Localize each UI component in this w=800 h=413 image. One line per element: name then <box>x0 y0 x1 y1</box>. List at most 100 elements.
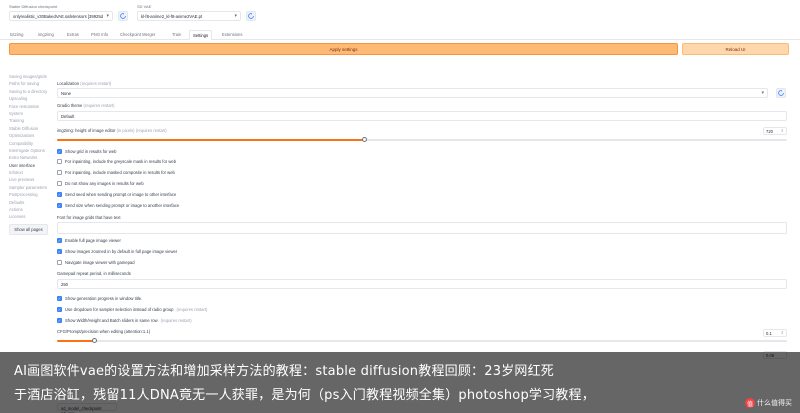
watermark: 值 什么值得买 <box>745 398 792 408</box>
theme-label: Gradio theme (requires restart) <box>57 103 115 108</box>
apply-settings-button[interactable]: Apply settings <box>9 43 678 55</box>
tab-settings[interactable]: Settings <box>189 30 213 40</box>
watermark-text: 什么值得买 <box>757 400 792 407</box>
checkbox-row-fullpage[interactable]: ✓ Enable full page image viewer <box>57 238 121 243</box>
cfg-slider[interactable] <box>57 338 787 343</box>
checkbox-row-width-height[interactable]: ✓ Show Width/Height and Batch sliders in … <box>57 318 192 323</box>
checkbox-row-inpaint-grey[interactable]: For inpainting, include the greyscale ma… <box>57 159 176 164</box>
checkbox-icon[interactable] <box>57 260 62 265</box>
refresh-vae-button[interactable] <box>246 11 256 21</box>
slider-fill <box>57 340 94 342</box>
sidebar-item-face-restoration[interactable]: Face restoration <box>9 103 51 110</box>
vae-select[interactable]: kl-f8-anime2_kl-f8-anime2VAE.pt ▾ <box>137 11 241 21</box>
sidebar-item-postprocessing[interactable]: Postprocessing <box>9 191 51 198</box>
reload-ui-button[interactable]: Reload UI <box>682 43 789 55</box>
watermark-badge-icon: 值 <box>745 398 755 408</box>
chevron-down-icon: ▾ <box>106 13 109 19</box>
refresh-icon <box>778 90 784 96</box>
vae-label: SD VAE <box>137 4 152 9</box>
localization-select[interactable]: None ▾ <box>57 88 768 98</box>
cfg-label: CFG/Prompt/precision when editing (atten… <box>57 329 151 334</box>
checkbox-checked-icon[interactable]: ✓ <box>57 192 62 197</box>
sidebar-item-upscaling[interactable]: Upscaling <box>9 95 51 102</box>
tab-txt2img[interactable]: txt2img <box>7 30 27 40</box>
caption-line-2: 于酒店浴缸，残留11人DNA竟无一人获罪，是为何（ps入门教程视频全集）phot… <box>14 388 595 403</box>
gamepad-input[interactable]: 250 <box>57 279 787 289</box>
checkpoint-value: onlyrealistic_v30BakedVAE.safetensors [3… <box>13 14 104 19</box>
tab-png-info[interactable]: PNG Info <box>88 30 111 40</box>
gamepad-label: Gamepad repeat period, in milliseconds <box>57 271 131 276</box>
caption-line-1: AI画图软件vae的设置方法和增加采样方法的教程：stable diffusio… <box>14 364 554 379</box>
sidebar-item-extra-networks[interactable]: Extra Networks <box>9 154 51 161</box>
checkbox-row-no-images[interactable]: Do not show any images in results for we… <box>57 181 144 186</box>
checkbox-checked-icon[interactable]: ✓ <box>57 149 62 154</box>
sidebar-item-saving-images[interactable]: Saving images/grids <box>9 73 51 80</box>
spinner-icon: ⇕ <box>780 128 784 133</box>
checkpoint-select[interactable]: onlyrealistic_v30BakedVAE.safetensors [3… <box>9 11 113 21</box>
img2img-height-slider[interactable] <box>57 137 787 142</box>
tab-checkpoint-merger[interactable]: Checkpoint Merger <box>117 30 158 40</box>
chevron-down-icon: ▾ <box>761 90 764 96</box>
chevron-down-icon: ▾ <box>234 13 237 19</box>
tab-extensions[interactable]: Extensions <box>219 30 245 40</box>
checkbox-checked-icon[interactable]: ✓ <box>57 203 62 208</box>
settings-sidebar: Saving images/grids Paths for saving Sav… <box>9 73 51 235</box>
sidebar-item-system[interactable]: System <box>9 110 51 117</box>
tab-img2img[interactable]: img2img <box>35 30 57 40</box>
checkbox-checked-icon[interactable]: ✓ <box>57 307 62 312</box>
checkbox-checked-icon[interactable]: ✓ <box>57 249 62 254</box>
checkpoint-label: Stable Diffusion checkpoint <box>9 4 58 9</box>
localization-value: None <box>61 91 72 96</box>
tab-extras[interactable]: Extras <box>64 30 82 40</box>
main-tabs: txt2img img2img Extras PNG Info Checkpoi… <box>0 29 800 40</box>
checkbox-row-dropdown-sampler[interactable]: ✓ Use dropdown for sampler selection inst… <box>57 307 207 312</box>
spinner-icon: ⇕ <box>780 330 784 335</box>
sidebar-item-sampler-parameters[interactable]: Sampler parameters <box>9 184 51 191</box>
sidebar-item-paths[interactable]: Paths for saving <box>9 80 51 87</box>
sidebar-item-optimizations[interactable]: Optimizations <box>9 132 51 139</box>
sidebar-item-saving-dir[interactable]: Saving to a directory <box>9 88 51 95</box>
checkbox-icon[interactable] <box>57 181 62 186</box>
slider-handle[interactable] <box>362 137 367 142</box>
theme-value: Default <box>61 114 75 119</box>
sidebar-item-infotext[interactable]: Infotext <box>9 169 51 176</box>
checkbox-checked-icon[interactable]: ✓ <box>57 296 62 301</box>
slider-handle[interactable] <box>92 338 97 343</box>
sidebar-item-interrogate[interactable]: Interrogate Options <box>9 147 51 154</box>
tab-train[interactable]: Train <box>169 30 184 40</box>
font-input[interactable] <box>57 222 787 234</box>
sidebar-item-training[interactable]: Training <box>9 117 51 124</box>
sidebar-item-defaults[interactable]: Defaults <box>9 199 51 206</box>
vae-value: kl-f8-anime2_kl-f8-anime2VAE.pt <box>141 14 203 19</box>
img2img-height-label: img2img: height of image editor (in pixe… <box>57 128 167 133</box>
img2img-height-input[interactable]: 720 ⇕ <box>763 127 787 135</box>
checkbox-row-grid[interactable]: ✓ Show grid in results for web <box>57 149 116 154</box>
slider-fill <box>57 139 364 141</box>
checkbox-row-inpaint-masked[interactable]: For inpainting, include masked composite… <box>57 170 175 175</box>
refresh-icon <box>248 13 254 19</box>
sidebar-item-live-previews[interactable]: Live previews <box>9 176 51 183</box>
checkbox-icon[interactable] <box>57 170 62 175</box>
checkbox-row-send-size[interactable]: ✓ Send size when sending prompt or image … <box>57 203 179 208</box>
sidebar-item-stable-diffusion[interactable]: Stable Diffusion <box>9 125 51 132</box>
localization-label: Localization (requires restart) <box>57 81 112 86</box>
checkbox-row-zoomed[interactable]: ✓ Show images zoomed in by default in ful… <box>57 249 177 254</box>
show-all-pages-button[interactable]: Show all pages <box>9 223 48 235</box>
checkbox-row-gamepad[interactable]: Navigate image viewer with gamepad <box>57 260 135 265</box>
refresh-checkpoint-button[interactable] <box>118 11 128 21</box>
sidebar-item-user-interface[interactable]: User interface <box>9 162 51 169</box>
refresh-localization-button[interactable] <box>776 88 786 98</box>
checkbox-row-send-seed[interactable]: ✓ Send seed when sending prompt or image … <box>57 192 176 197</box>
sidebar-item-licenses[interactable]: Licenses <box>9 213 51 220</box>
theme-select[interactable]: Default <box>57 111 787 121</box>
sidebar-item-compatibility[interactable]: Compatibility <box>9 140 51 147</box>
sidebar-item-actions[interactable]: Actions <box>9 206 51 213</box>
refresh-icon <box>120 13 126 19</box>
checkbox-icon[interactable] <box>57 159 62 164</box>
model-header: Stable Diffusion checkpoint onlyrealisti… <box>0 0 800 28</box>
checkbox-checked-icon[interactable]: ✓ <box>57 318 62 323</box>
cfg-input[interactable]: 0.1 ⇕ <box>763 329 787 337</box>
font-label: Font for image grids that have text <box>57 215 121 220</box>
checkbox-row-progress-title[interactable]: ✓ Show generation progress in window titl… <box>57 296 142 301</box>
checkbox-checked-icon[interactable]: ✓ <box>57 238 62 243</box>
